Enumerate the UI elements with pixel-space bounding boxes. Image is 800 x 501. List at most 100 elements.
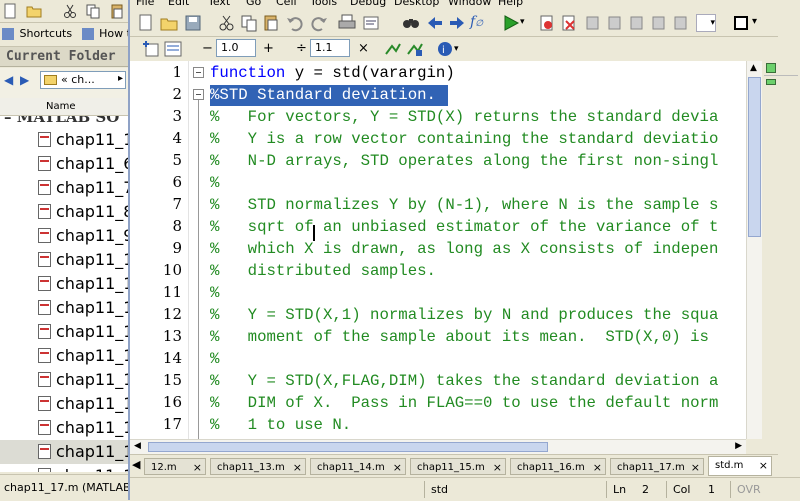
file-list-item[interactable]: chap11_1 — [0, 368, 130, 392]
tab-chap11_13-m[interactable]: chap11_13.m × — [210, 458, 306, 475]
menu-cell[interactable]: Cell — [276, 0, 297, 8]
help-dropdown-icon[interactable]: ▾ — [454, 44, 472, 62]
cell-eval-advance-icon[interactable] — [406, 40, 424, 58]
code-editor[interactable]: 1 2 3 4 5 6 7 8 9 10 11 12 13 14 15 16 17 function y = s… — [130, 61, 762, 439]
close-icon[interactable]: × — [759, 457, 768, 474]
file-list-item[interactable]: chap11_1 — [0, 440, 130, 464]
tab-scroll-left-icon[interactable]: ◀ — [132, 458, 140, 471]
close-icon[interactable]: × — [393, 459, 402, 474]
code-line[interactable]: function y = std(varargin) — [210, 62, 455, 84]
new-file-icon[interactable] — [136, 14, 154, 32]
fold-toggle-icon[interactable] — [193, 89, 204, 100]
file-list-item[interactable]: chap11_1 — [0, 248, 130, 272]
step-icon[interactable] — [584, 14, 602, 32]
increment-button[interactable]: + — [263, 40, 274, 58]
file-list-item[interactable]: chap11_1 — [0, 464, 130, 472]
decrement-value-field[interactable]: 1.0 — [216, 39, 256, 57]
tab-12-m[interactable]: 12.m × — [144, 458, 206, 475]
forward-arrow-icon[interactable]: ▶ — [20, 73, 29, 87]
file-list-item[interactable]: chap11_8 — [0, 200, 130, 224]
close-icon[interactable]: × — [293, 459, 302, 474]
save-icon[interactable] — [184, 14, 202, 32]
function-icon[interactable]: f∅ — [470, 14, 488, 32]
tab-chap11_17-m[interactable]: chap11_17.m × — [610, 458, 704, 475]
code-line[interactable]: % For vectors, Y = STD(X) returns the st… — [210, 106, 718, 128]
menu-tools[interactable]: Tools — [310, 0, 337, 8]
close-icon[interactable]: × — [593, 459, 602, 474]
run-icon[interactable] — [502, 14, 520, 32]
code-line[interactable]: % — [210, 172, 219, 194]
scroll-left-icon[interactable]: ◀ — [134, 441, 141, 451]
redo-icon[interactable] — [310, 14, 328, 32]
code-line[interactable]: % moment of the sample about its mean. S… — [210, 326, 709, 348]
decrement-button[interactable]: − — [202, 40, 213, 58]
file-list-item[interactable]: chap11_7 — [0, 176, 130, 200]
horizontal-scroll-thumb[interactable] — [148, 442, 548, 452]
horizontal-scrollbar[interactable]: ◀ ▶ — [130, 439, 746, 455]
shortcuts-label[interactable]: Shortcuts — [20, 22, 73, 46]
cell-mode-icon[interactable] — [164, 40, 182, 58]
menu-text[interactable]: Text — [208, 0, 230, 8]
howto-label[interactable]: How to — [99, 22, 130, 46]
file-list-item[interactable]: chap11_1 — [0, 392, 130, 416]
breakpoint-clear-icon[interactable] — [560, 14, 578, 32]
back-arrow-icon[interactable] — [426, 14, 444, 32]
code-line[interactable]: % Y = STD(X,1) normalizes by N and produ… — [210, 304, 718, 326]
stack-dropdown[interactable]: ▾ — [696, 14, 716, 32]
forward-arrow-icon[interactable] — [448, 14, 466, 32]
file-list-item[interactable]: chap11_1 — [0, 344, 130, 368]
menu-go[interactable]: Go — [246, 0, 261, 8]
file-list-item[interactable]: chap11_1 — [0, 416, 130, 440]
tab-chap11_14-m[interactable]: chap11_14.m × — [310, 458, 406, 475]
close-icon[interactable]: × — [193, 459, 202, 474]
comment-format-icon[interactable] — [362, 14, 380, 32]
cut-icon[interactable] — [62, 3, 78, 19]
menu-file[interactable]: File — [136, 0, 154, 8]
code-line[interactable]: % STD normalizes Y by (N-1), where N is … — [210, 194, 718, 216]
tab-std-m[interactable]: std.m × — [708, 456, 772, 476]
tab-chap11_15-m[interactable]: chap11_15.m × — [410, 458, 506, 475]
code-line[interactable]: % N-D arrays, STD operates along the fir… — [210, 150, 718, 172]
code-line[interactable]: % distributed samples. — [210, 260, 436, 282]
code-line[interactable]: % — [210, 282, 219, 304]
back-arrow-icon[interactable]: ◀ — [4, 73, 13, 87]
vertical-scrollbar[interactable]: ▲ — [746, 61, 763, 439]
new-file-icon[interactable] — [2, 3, 18, 19]
menu-edit[interactable]: Edit — [168, 0, 189, 8]
code-line[interactable]: % which X is drawn, as long as X consist… — [210, 238, 718, 260]
window-layout-dropdown-icon[interactable]: ▾ — [752, 16, 770, 34]
no-warnings-indicator[interactable] — [766, 63, 776, 73]
file-list-item[interactable]: chap11_1 — [0, 320, 130, 344]
exit-debug-icon[interactable] — [672, 14, 690, 32]
continue-icon[interactable] — [650, 14, 668, 32]
menu-desktop[interactable]: Desktop — [394, 0, 439, 8]
file-list-item[interactable]: chap11_1 — [0, 128, 130, 152]
code-line[interactable]: % Y = STD(X,FLAG,DIM) takes the standard… — [210, 370, 718, 392]
collapse-icon[interactable]: – — [4, 116, 12, 126]
tab-chap11_16-m[interactable]: chap11_16.m × — [510, 458, 606, 475]
multiply-button[interactable]: × — [358, 40, 369, 58]
divide-button[interactable]: ÷ — [296, 40, 307, 58]
open-folder-icon[interactable] — [160, 14, 178, 32]
name-column-header[interactable]: Name — [0, 98, 130, 116]
fold-toggle-icon[interactable] — [193, 67, 204, 78]
close-icon[interactable]: × — [493, 459, 502, 474]
code-line[interactable]: % 1 to use N. — [210, 414, 351, 436]
open-folder-icon[interactable] — [26, 3, 42, 19]
run-dropdown-icon[interactable]: ▾ — [520, 17, 528, 35]
step-in-icon[interactable] — [606, 14, 624, 32]
breakpoint-set-icon[interactable] — [538, 14, 556, 32]
undo-icon[interactable] — [286, 14, 304, 32]
close-icon[interactable]: × — [691, 459, 700, 474]
menu-help[interactable]: Help — [498, 0, 523, 8]
step-out-icon[interactable] — [628, 14, 646, 32]
window-layout-icon[interactable] — [734, 16, 748, 30]
code-line[interactable]: % DIM of X. Pass in FLAG==0 to use the d… — [210, 392, 718, 414]
print-icon[interactable] — [338, 14, 356, 32]
path-dropdown-icon[interactable]: ▸ — [118, 73, 123, 84]
find-icon[interactable] — [402, 14, 420, 32]
code-line[interactable]: % Y is a row vector containing the stand… — [210, 128, 718, 150]
vertical-scroll-thumb[interactable] — [748, 77, 761, 237]
cut-icon[interactable] — [218, 14, 236, 32]
tree-root[interactable]: – MATLAB SO — [4, 116, 119, 126]
